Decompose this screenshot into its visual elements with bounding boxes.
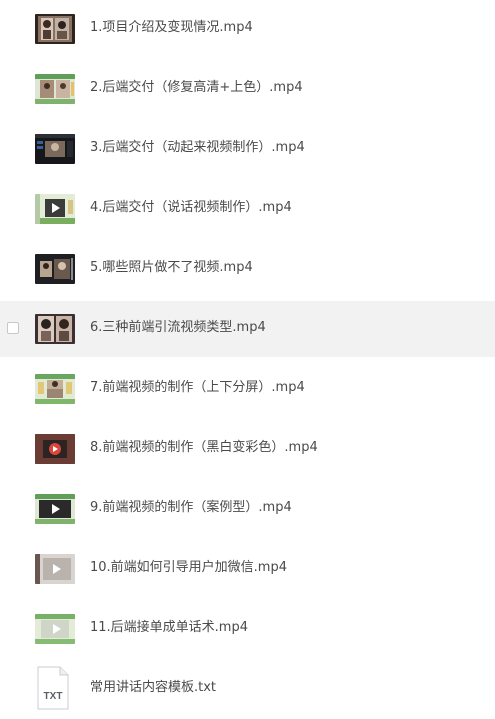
txt-label: TXT — [44, 691, 63, 702]
file-row[interactable]: 5.哪些照片做不了视频.mp4 — [0, 241, 495, 297]
video-thumbnail-icon — [35, 134, 75, 164]
file-name: 2.后端交付（修复高清+上色）.mp4 — [90, 80, 303, 95]
video-thumbnail-icon — [35, 14, 75, 44]
file-list: 1.项目介绍及变现情况.mp4 2.后端交付（修复高清+上色）.mp4 3.后端… — [0, 0, 495, 719]
file-row[interactable]: 2.后端交付（修复高清+上色）.mp4 — [0, 61, 495, 117]
file-row[interactable]: 3.后端交付（动起来视频制作）.mp4 — [0, 121, 495, 177]
file-row-hovered[interactable]: 6.三种前端引流视频类型.mp4 — [0, 301, 495, 357]
video-thumbnail-icon — [35, 74, 75, 104]
video-thumbnail-icon — [35, 614, 75, 644]
file-row[interactable]: 7.前端视频的制作（上下分屏）.mp4 — [0, 361, 495, 417]
file-name: 11.后端接单成单话术.mp4 — [90, 620, 248, 635]
video-thumbnail-icon — [35, 374, 75, 404]
txt-file-icon: TXT — [36, 666, 70, 710]
file-row[interactable]: 10.前端如何引导用户加微信.mp4 — [0, 541, 495, 597]
video-thumbnail-icon — [35, 494, 75, 524]
row-checkbox[interactable] — [7, 322, 19, 334]
file-name: 6.三种前端引流视频类型.mp4 — [90, 320, 266, 335]
file-row[interactable]: 8.前端视频的制作（黑白变彩色）.mp4 — [0, 421, 495, 477]
file-row[interactable]: TXT 常用讲话内容模板.txt — [0, 661, 495, 717]
file-row[interactable]: 11.后端接单成单话术.mp4 — [0, 601, 495, 657]
video-thumbnail-icon — [35, 254, 75, 284]
file-name: 1.项目介绍及变现情况.mp4 — [90, 20, 253, 35]
file-name: 9.前端视频的制作（案例型）.mp4 — [90, 500, 292, 515]
video-thumbnail-icon — [35, 194, 75, 224]
file-row[interactable]: 9.前端视频的制作（案例型）.mp4 — [0, 481, 495, 537]
video-thumbnail-icon — [35, 554, 75, 584]
file-name: 常用讲话内容模板.txt — [90, 680, 217, 695]
file-row[interactable]: 4.后端交付（说话视频制作）.mp4 — [0, 181, 495, 237]
file-name: 3.后端交付（动起来视频制作）.mp4 — [90, 140, 305, 155]
video-thumbnail-icon — [35, 314, 75, 344]
file-name: 8.前端视频的制作（黑白变彩色）.mp4 — [90, 440, 318, 455]
file-name: 10.前端如何引导用户加微信.mp4 — [90, 560, 287, 575]
video-thumbnail-icon — [35, 434, 75, 464]
file-name: 5.哪些照片做不了视频.mp4 — [90, 260, 253, 275]
file-row[interactable]: 1.项目介绍及变现情况.mp4 — [0, 1, 495, 57]
file-name: 4.后端交付（说话视频制作）.mp4 — [90, 200, 292, 215]
file-name: 7.前端视频的制作（上下分屏）.mp4 — [90, 380, 305, 395]
